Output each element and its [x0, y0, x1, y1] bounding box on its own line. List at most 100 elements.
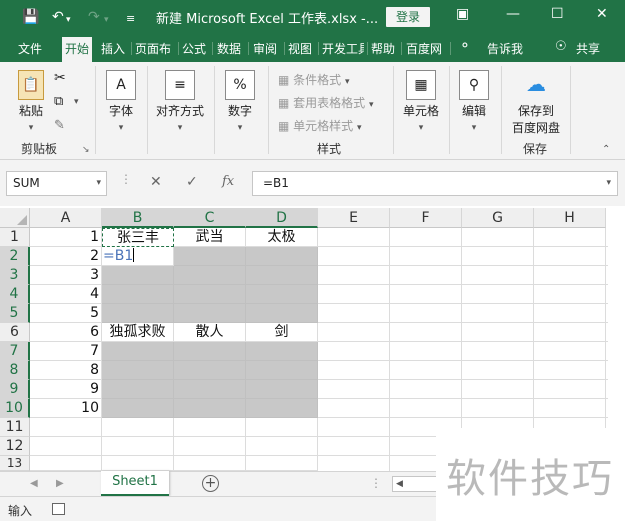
column-header-g[interactable]: G	[462, 208, 534, 228]
name-box[interactable]: SUM ▾	[6, 171, 107, 196]
cell-d11[interactable]	[246, 418, 318, 437]
tab-data[interactable]: 数据	[217, 40, 241, 57]
cell-b13[interactable]	[102, 456, 174, 471]
cancel-icon[interactable]: ✕	[150, 174, 162, 190]
cell-b11[interactable]	[102, 418, 174, 437]
tab-baidu[interactable]: 百度网	[406, 40, 442, 57]
row-header-7[interactable]: 7	[0, 342, 30, 361]
cell-d5[interactable]	[246, 304, 318, 323]
cell-c1[interactable]: 武当	[174, 228, 246, 247]
row-header-5[interactable]: 5	[0, 304, 30, 323]
horizontal-scrollbar[interactable]: ◀	[392, 476, 438, 492]
cell-a12[interactable]	[30, 437, 102, 456]
cell-a5[interactable]: 5	[30, 304, 102, 323]
save-icon[interactable]: 💾	[22, 7, 39, 27]
conditional-formatting-button[interactable]: ▦ 条件格式 ▾	[278, 71, 350, 88]
macro-record-icon[interactable]	[52, 503, 65, 515]
sheet-tab-sheet1[interactable]: Sheet1	[101, 471, 169, 496]
formula-input[interactable]: =B1 ▾	[252, 171, 618, 196]
format-as-table-button[interactable]: ▦ 套用表格格式 ▾	[278, 94, 374, 111]
cell-b2-editing[interactable]: =B1	[102, 247, 174, 266]
cell-b6[interactable]: 独孤求败	[102, 323, 174, 342]
select-all-button[interactable]	[0, 208, 30, 228]
cell-b3[interactable]	[102, 266, 174, 285]
row-header-3[interactable]: 3	[0, 266, 30, 285]
column-header-c[interactable]: C	[174, 208, 246, 228]
maximize-icon[interactable]: ☐	[551, 6, 564, 22]
cell-a4[interactable]: 4	[30, 285, 102, 304]
collapse-ribbon-icon[interactable]: ⌃	[602, 144, 610, 155]
share-button[interactable]: 共享	[576, 40, 600, 57]
login-button[interactable]: 登录	[386, 7, 430, 27]
cell-d9[interactable]	[246, 380, 318, 399]
cell-c5[interactable]	[174, 304, 246, 323]
scroll-right-icon[interactable]: ▶	[56, 478, 64, 489]
cell-d2[interactable]	[246, 247, 318, 266]
insert-function-icon[interactable]: fx	[222, 174, 234, 189]
tell-me-search[interactable]: 告诉我	[487, 40, 523, 57]
cell-c7[interactable]	[174, 342, 246, 361]
cell-b7[interactable]	[102, 342, 174, 361]
chevron-down-icon[interactable]: ▾	[66, 10, 71, 30]
cell-a10[interactable]: 10	[30, 399, 102, 418]
tab-home[interactable]: 开始	[62, 37, 93, 62]
column-header-f[interactable]: F	[390, 208, 462, 228]
tab-review[interactable]: 审阅	[253, 40, 277, 57]
cell-a1[interactable]: 1	[30, 228, 102, 247]
cut-icon[interactable]: ✂	[54, 70, 66, 86]
row-header-11[interactable]: 11	[0, 418, 30, 437]
number-button[interactable]: % 数字 ▾	[222, 70, 258, 133]
cell-d6[interactable]: 剑	[246, 323, 318, 342]
tab-help[interactable]: 帮助	[371, 40, 395, 57]
tab-formulas[interactable]: 公式	[182, 40, 206, 57]
ribbon-display-icon[interactable]: ▣	[456, 6, 469, 22]
editing-button[interactable]: ⚲ 编辑 ▾	[456, 70, 492, 133]
tab-file[interactable]: 文件	[18, 40, 42, 57]
paste-button[interactable]: 📋 粘贴 ▾	[14, 70, 48, 133]
column-header-a[interactable]: A	[30, 208, 102, 228]
cell-a6[interactable]: 6	[30, 323, 102, 342]
cell-a3[interactable]: 3	[30, 266, 102, 285]
column-header-h[interactable]: H	[534, 208, 606, 228]
undo-icon[interactable]: ↶	[52, 7, 64, 27]
row-header-8[interactable]: 8	[0, 361, 30, 380]
cell-d7[interactable]	[246, 342, 318, 361]
cell-c12[interactable]	[174, 437, 246, 456]
cell-c6[interactable]: 散人	[174, 323, 246, 342]
cell-a7[interactable]: 7	[30, 342, 102, 361]
font-button[interactable]: A 字体 ▾	[103, 70, 139, 133]
cell-b5[interactable]	[102, 304, 174, 323]
row-header-12[interactable]: 12	[0, 437, 30, 456]
cell-c9[interactable]	[174, 380, 246, 399]
cell-c10[interactable]	[174, 399, 246, 418]
cell-b4[interactable]	[102, 285, 174, 304]
cell-c13[interactable]	[174, 456, 246, 471]
cell-d12[interactable]	[246, 437, 318, 456]
row-header-13[interactable]: 13	[0, 456, 30, 471]
row-header-9[interactable]: 9	[0, 380, 30, 399]
cell-c3[interactable]	[174, 266, 246, 285]
tab-insert[interactable]: 插入	[101, 40, 125, 57]
cell-c4[interactable]	[174, 285, 246, 304]
row-header-6[interactable]: 6	[0, 323, 30, 342]
save-to-baidu-button[interactable]: ☁ 保存到 百度网盘	[507, 70, 565, 136]
cell-d10[interactable]	[246, 399, 318, 418]
scroll-left-icon[interactable]: ◀	[30, 478, 38, 489]
add-sheet-icon[interactable]: +	[202, 475, 219, 492]
chevron-down-icon[interactable]: ▾	[96, 172, 101, 195]
row-header-4[interactable]: 4	[0, 285, 30, 304]
enter-check-icon[interactable]: ✓	[186, 174, 198, 190]
tab-view[interactable]: 视图	[288, 40, 312, 57]
cell-b10[interactable]	[102, 399, 174, 418]
tab-page-layout[interactable]: 页面布	[135, 40, 171, 57]
row-header-2[interactable]: 2	[0, 247, 30, 266]
redo-icon[interactable]: ↷	[88, 7, 100, 27]
dialog-launcher-icon[interactable]: ↘	[82, 145, 90, 155]
cell-a9[interactable]: 9	[30, 380, 102, 399]
chevron-down-icon[interactable]: ▾	[606, 172, 611, 195]
alignment-button[interactable]: ≡ 对齐方式 ▾	[152, 70, 208, 133]
cell-b1[interactable]: 张三丰	[102, 228, 174, 247]
row-header-10[interactable]: 10	[0, 399, 30, 418]
cell-d1[interactable]: 太极	[246, 228, 318, 247]
column-header-d[interactable]: D	[246, 208, 318, 228]
